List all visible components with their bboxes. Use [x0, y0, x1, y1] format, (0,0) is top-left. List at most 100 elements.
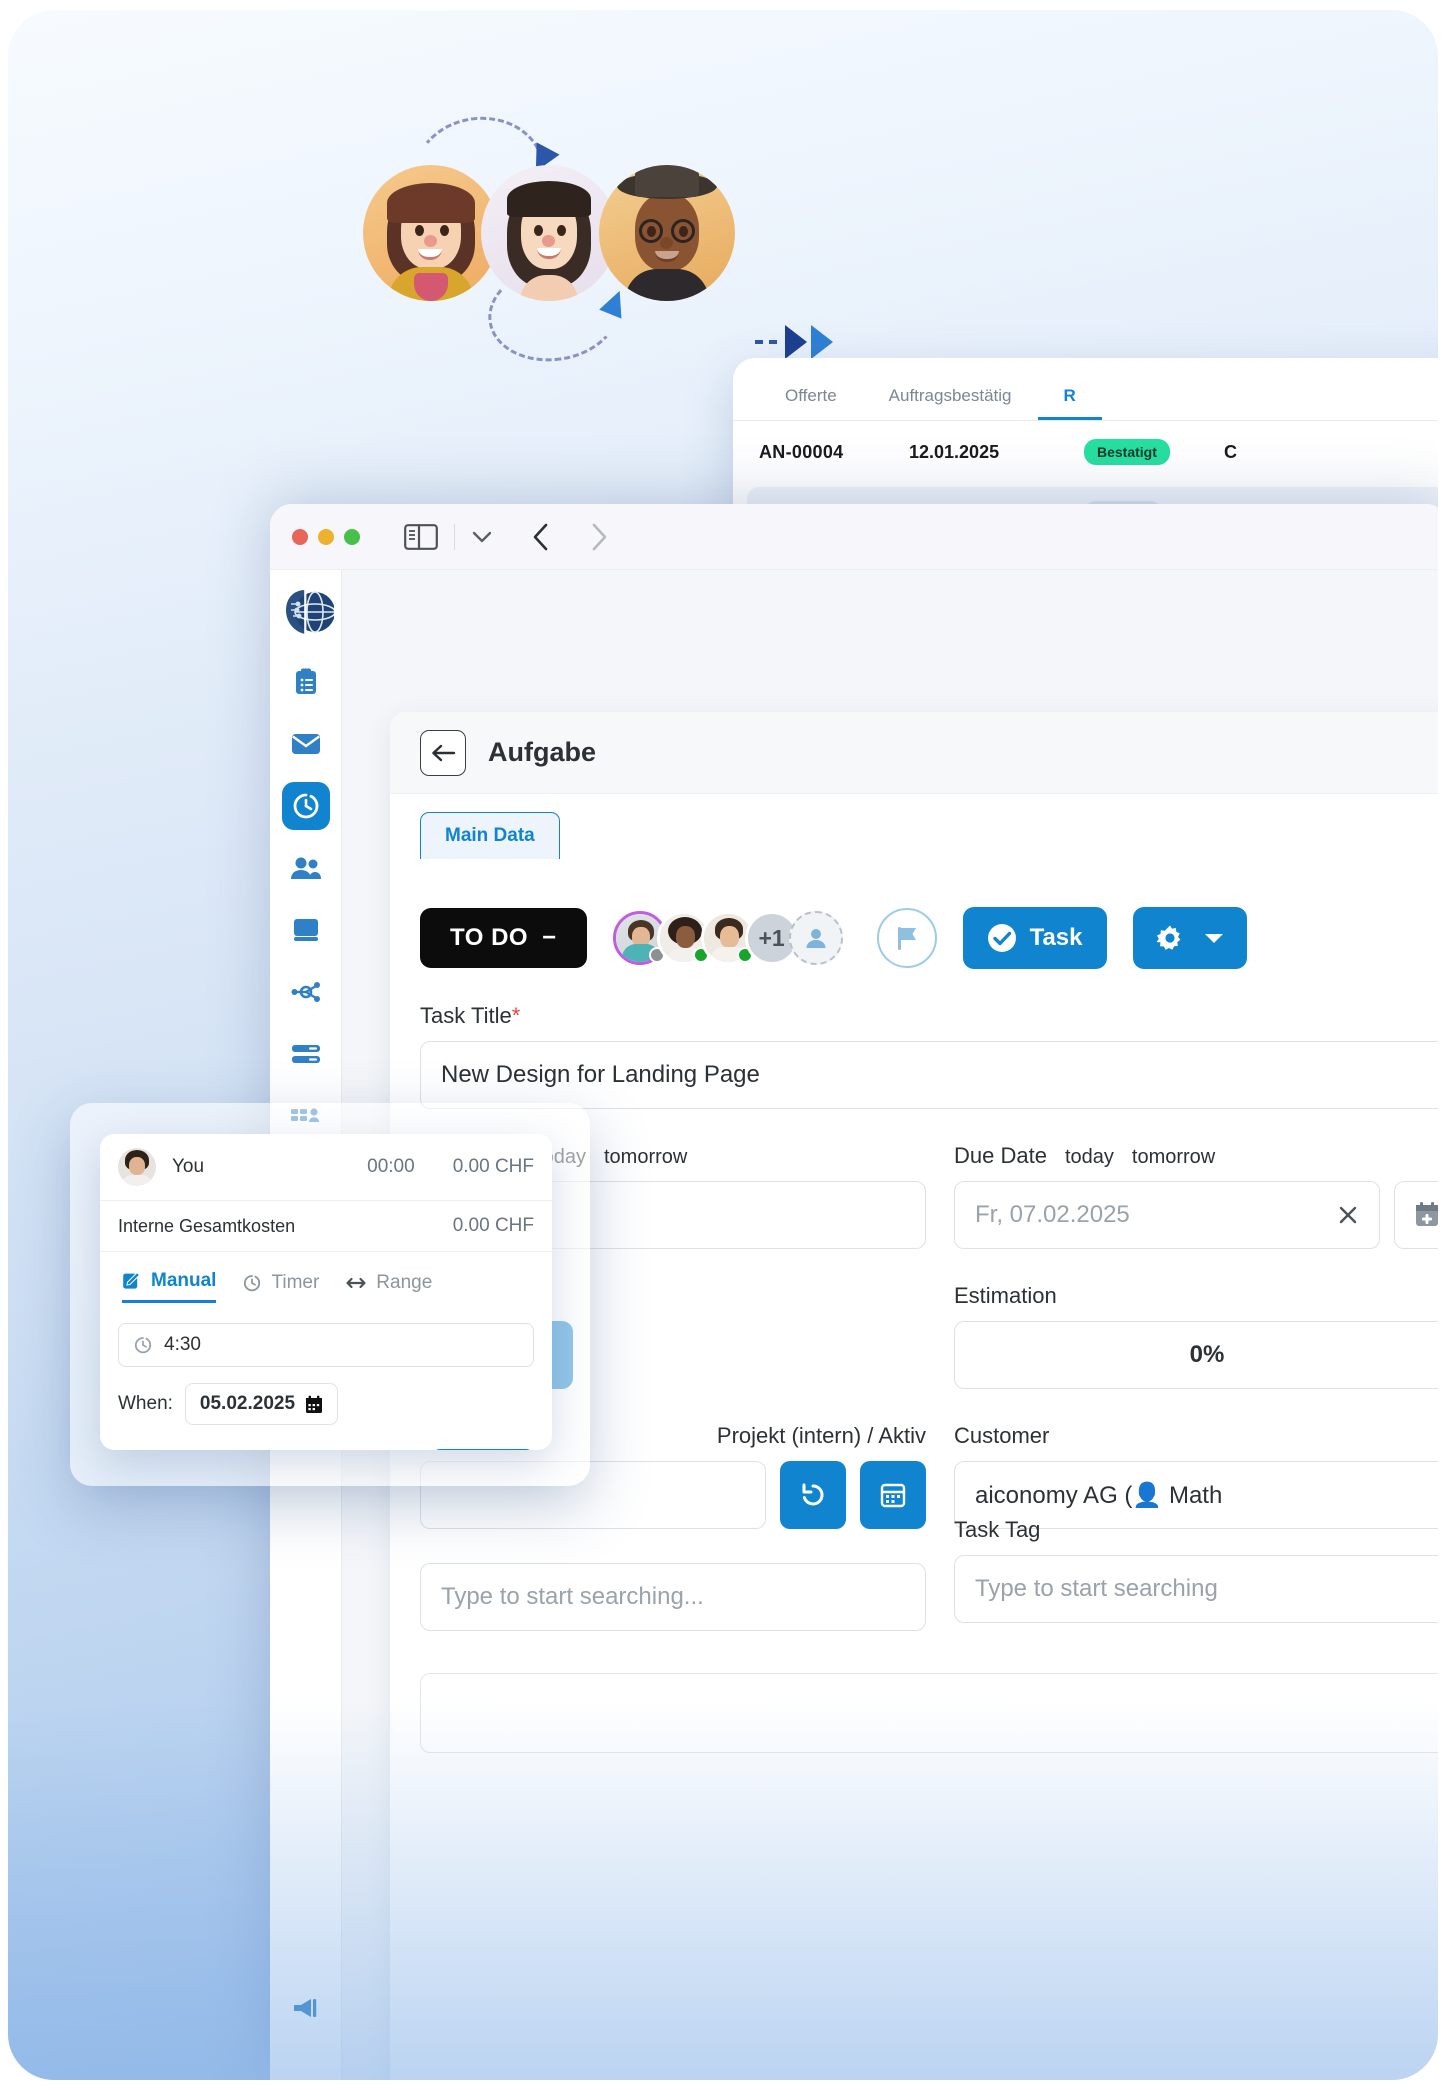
- duration-value: 4:30: [164, 1334, 201, 1355]
- time-popup-user-cost: 0.00 CHF: [452, 1156, 534, 1177]
- due-date-value: Fr, 07.02.2025: [975, 1201, 1130, 1228]
- project-search-group: Type to start searching...: [420, 1563, 926, 1631]
- assignee-avatar-group[interactable]: +1: [612, 911, 843, 965]
- tab-auftragsbestaetigung[interactable]: Auftragsbestätig: [863, 376, 1038, 420]
- due-date-label: Due Date: [954, 1143, 1047, 1168]
- avatar-illustration: [363, 108, 833, 370]
- orders-tab-bar: Offerte Auftragsbestätig R: [733, 358, 1438, 420]
- settings-button[interactable]: [1132, 907, 1247, 969]
- task-button[interactable]: Task: [962, 907, 1107, 969]
- task-tag-group: Task Tag Type to start searching: [954, 1517, 1438, 1631]
- status-badge-cell: Bestatigt: [1084, 439, 1224, 465]
- tab-timer-label: Timer: [271, 1271, 320, 1293]
- tab-rechnung[interactable]: R: [1038, 376, 1102, 420]
- task-title-label-text: Task Title: [420, 1003, 512, 1028]
- when-row: When: 05.02.2025: [118, 1383, 534, 1425]
- when-date-input[interactable]: 05.02.2025: [184, 1383, 339, 1425]
- user-avatar: [118, 1148, 156, 1186]
- time-popup-internal-costs-row: Interne Gesamtkosten 0.00 CHF: [100, 1201, 552, 1252]
- tab-offerte[interactable]: Offerte: [759, 376, 863, 420]
- time-tracking-popup: You 00:00 0.00 CHF Interne Gesamtkosten …: [100, 1134, 552, 1450]
- due-date-today-link[interactable]: today: [1065, 1146, 1114, 1169]
- customer-group: Customer aiconomy AG (👤 Math: [954, 1423, 1438, 1529]
- stopwatch-icon: [242, 1273, 262, 1293]
- status-label: TO DO: [450, 924, 529, 951]
- editor-toolbar-panel[interactable]: [420, 1673, 1438, 1753]
- caret-down-icon: [1203, 931, 1225, 945]
- add-person-icon[interactable]: [788, 911, 843, 965]
- chevron-right-icon[interactable]: [589, 522, 609, 552]
- tab-range[interactable]: Range: [345, 1270, 432, 1303]
- calendar-icon[interactable]: [860, 1461, 926, 1529]
- task-title-label: Task Title*: [420, 1003, 1438, 1029]
- task-title-input[interactable]: New Design for Landing Page: [420, 1041, 1438, 1109]
- tab-timer[interactable]: Timer: [242, 1270, 319, 1303]
- tab-manual[interactable]: Manual: [122, 1270, 217, 1303]
- sidebar-item-clipboard[interactable]: [282, 658, 330, 706]
- sidebar-item-book[interactable]: [282, 906, 330, 954]
- due-date-tomorrow-link[interactable]: tomorrow: [1132, 1146, 1215, 1169]
- sidebar-item-server[interactable]: [282, 1030, 330, 1078]
- task-header: Aufgabe: [390, 712, 1438, 794]
- traffic-lights: [292, 528, 360, 545]
- play-arrow-blue: [811, 325, 833, 359]
- maximize-window-button[interactable]: [344, 528, 360, 545]
- estimation-label: Estimation: [954, 1283, 1057, 1308]
- sidebar-item-mail[interactable]: [282, 720, 330, 768]
- due-date-labels: Due Date today tomorrow: [954, 1143, 1438, 1169]
- avatar-woman-brown-hair: [363, 165, 499, 301]
- when-date-value: 05.02.2025: [199, 1393, 296, 1414]
- estimation-group: Estimation 0%: [954, 1283, 1438, 1389]
- time-popup-tab-bar: Manual Timer Range: [100, 1252, 552, 1303]
- avatar-man-hat-glasses: [599, 165, 735, 301]
- gear-icon: [1155, 923, 1185, 953]
- time-popup-footer: Cancel Save: [118, 1449, 534, 1450]
- sidebar-item-users[interactable]: [282, 844, 330, 892]
- sidebar-item-network[interactable]: [282, 968, 330, 1016]
- play-arrow-dark: [785, 325, 807, 359]
- sidebar-item-time-tracking[interactable]: [281, 782, 330, 830]
- avatar-woman-dark-bob: [481, 165, 617, 301]
- sidebar-panel-icon[interactable]: [404, 523, 438, 550]
- hero-background: Offerte Auftragsbestätig R AN-00004 12.0…: [8, 10, 1438, 2080]
- page-title: Aufgabe: [488, 737, 596, 767]
- project-search-input[interactable]: Type to start searching...: [420, 1563, 926, 1631]
- search-tag-row: Type to start searching... Task Tag Type…: [420, 1517, 1438, 1631]
- close-window-button[interactable]: [292, 528, 308, 545]
- task-title-group: Task Title* New Design for Landing Page: [420, 1003, 1438, 1109]
- order-date: 12.01.2025: [909, 441, 1000, 462]
- task-tag-label: Task Tag: [954, 1517, 1041, 1542]
- flag-button[interactable]: [876, 908, 937, 968]
- tab-main-data[interactable]: Main Data: [420, 812, 560, 859]
- table-row[interactable]: AN-00004 12.01.2025 Bestatigt C: [733, 421, 1438, 483]
- save-button[interactable]: Save: [431, 1449, 534, 1450]
- play-arrows-group: [755, 325, 833, 359]
- when-label: When:: [118, 1393, 173, 1414]
- chevron-left-icon[interactable]: [531, 522, 551, 552]
- sidebar-item-megaphone[interactable]: [282, 1984, 330, 2032]
- browser-chrome: [270, 504, 1438, 570]
- start-date-tomorrow-link[interactable]: tomorrow: [604, 1146, 687, 1169]
- task-action-row: TO DO − +1 Task: [390, 859, 1438, 969]
- chrome-separator: [454, 523, 455, 550]
- due-date-input[interactable]: Fr, 07.02.2025: [954, 1181, 1380, 1249]
- status-caret: −: [542, 924, 557, 951]
- stopwatch-icon: [133, 1335, 153, 1355]
- status-dropdown-button[interactable]: TO DO −: [420, 908, 587, 968]
- task-tag-input[interactable]: Type to start searching: [954, 1555, 1438, 1623]
- due-date-group: Due Date today tomorrow Fr, 07.02.2025: [954, 1143, 1438, 1249]
- minimize-window-button[interactable]: [318, 528, 334, 545]
- undo-icon[interactable]: [780, 1461, 846, 1529]
- arrows-lr-icon: [345, 1274, 367, 1292]
- calendar-plus-icon[interactable]: [1394, 1181, 1438, 1249]
- estimation-input[interactable]: 0%: [954, 1321, 1438, 1389]
- required-asterisk: *: [511, 1003, 521, 1028]
- order-id: AN-00004: [759, 441, 844, 462]
- edit-square-icon: [122, 1271, 142, 1291]
- customer-label: Customer: [954, 1423, 1050, 1448]
- duration-input[interactable]: 4:30: [118, 1323, 534, 1367]
- back-button[interactable]: [420, 729, 466, 776]
- close-x-icon[interactable]: [1337, 1204, 1359, 1226]
- calendar-icon[interactable]: [305, 1395, 323, 1414]
- chevron-down-icon[interactable]: [471, 530, 493, 544]
